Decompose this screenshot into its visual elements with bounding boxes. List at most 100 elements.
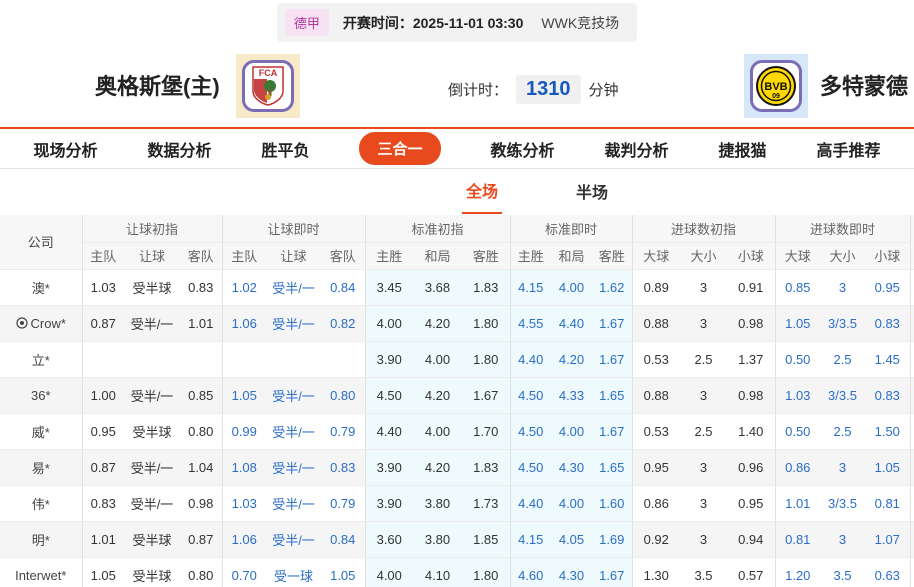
odds-cell-live[interactable]: 1.05 <box>321 557 365 587</box>
tab-data-analysis[interactable]: 数据分析 <box>147 137 211 161</box>
period-tab-full-match[interactable]: 全场 <box>461 170 502 214</box>
odds-cell-live[interactable]: 3.5 <box>820 557 866 587</box>
odds-cell-live[interactable]: 1.60 <box>592 485 632 522</box>
company-name[interactable]: 明* <box>0 521 83 558</box>
tab-referee-analysis[interactable]: 裁判分析 <box>605 137 669 161</box>
odds-cell-live[interactable]: 1.69 <box>592 521 632 558</box>
company-name[interactable]: 威* <box>0 413 83 450</box>
odds-cell-live[interactable]: 4.15 <box>509 269 551 306</box>
tab-coach-analysis[interactable]: 教练分析 <box>491 137 555 161</box>
odds-cell-live[interactable]: 0.95 <box>865 269 911 306</box>
odds-cell-live[interactable]: 1.67 <box>592 413 632 450</box>
odds-cell-live[interactable]: 受半/一 <box>266 413 321 450</box>
odds-cell-live[interactable]: 4.15 <box>509 521 551 558</box>
odds-cell-live[interactable] <box>221 341 266 378</box>
odds-cell-live[interactable]: 0.85 <box>774 269 821 306</box>
odds-cell-live[interactable]: 0.81 <box>774 521 821 558</box>
odds-cell-live[interactable]: 0.81 <box>865 485 911 522</box>
odds-cell-live[interactable]: 4.30 <box>551 557 592 587</box>
tab-win-draw-loss[interactable]: 胜平负 <box>261 137 309 161</box>
company-name[interactable]: 澳* <box>0 269 83 306</box>
odds-cell-live[interactable]: 4.00 <box>551 269 592 306</box>
odds-cell-live[interactable]: 4.50 <box>509 449 551 486</box>
odds-cell-live[interactable]: 1.45 <box>865 341 911 378</box>
odds-cell-live[interactable]: 0.50 <box>774 413 821 450</box>
odds-cell-live[interactable]: 3 <box>820 521 866 558</box>
odds-cell-live[interactable]: 0.84 <box>321 269 365 306</box>
odds-cell-live[interactable]: 4.40 <box>509 341 551 378</box>
period-tab-half-match[interactable]: 半场 <box>572 171 612 213</box>
odds-cell-live[interactable]: 1.67 <box>592 341 632 378</box>
odds-cell-live[interactable]: 1.07 <box>865 521 911 558</box>
odds-cell-live[interactable]: 1.05 <box>865 449 911 486</box>
odds-cell-live[interactable]: 受半/一 <box>266 377 321 414</box>
odds-cell-live[interactable]: 4.20 <box>551 341 592 378</box>
odds-cell-live[interactable]: 1.05 <box>221 377 266 414</box>
tab-expert-picks[interactable]: 高手推荐 <box>817 137 881 161</box>
league-badge[interactable]: 德甲 <box>284 9 329 36</box>
odds-cell-live[interactable]: 1.05 <box>774 305 821 342</box>
odds-cell-live[interactable]: 受半/一 <box>266 521 321 558</box>
odds-cell-live[interactable]: 受半/一 <box>266 269 321 306</box>
tab-three-in-one[interactable]: 三合一 <box>359 132 441 165</box>
odds-cell-live[interactable]: 1.03 <box>774 377 821 414</box>
odds-cell-live[interactable]: 4.40 <box>551 305 592 342</box>
odds-cell-live[interactable]: 1.62 <box>592 269 632 306</box>
odds-cell-live[interactable]: 0.86 <box>774 449 821 486</box>
odds-cell-live[interactable]: 受一球 <box>266 557 321 587</box>
company-name[interactable]: Interwet* <box>0 557 83 587</box>
odds-cell-live[interactable]: 1.50 <box>865 413 911 450</box>
odds-cell-live[interactable]: 0.83 <box>865 305 911 342</box>
odds-cell-live[interactable]: 0.80 <box>321 377 365 414</box>
odds-cell-live[interactable]: 2.5 <box>820 413 866 450</box>
odds-cell-live[interactable]: 4.50 <box>509 413 551 450</box>
odds-cell-live[interactable]: 1.01 <box>774 485 821 522</box>
odds-cell-live[interactable] <box>321 341 365 378</box>
odds-cell-live[interactable]: 4.55 <box>509 305 551 342</box>
odds-cell-live[interactable]: 1.06 <box>221 521 266 558</box>
odds-cell-live[interactable] <box>266 341 321 378</box>
odds-cell-live[interactable]: 3 <box>820 269 866 306</box>
odds-cell-live[interactable]: 4.30 <box>551 449 592 486</box>
odds-cell-live[interactable]: 0.63 <box>865 557 911 587</box>
odds-cell-live[interactable]: 1.20 <box>774 557 821 587</box>
odds-cell-live[interactable]: 1.65 <box>592 449 632 486</box>
odds-cell-live[interactable]: 0.79 <box>321 485 365 522</box>
odds-cell-live[interactable]: 3/3.5 <box>820 377 866 414</box>
odds-cell-live[interactable]: 4.05 <box>551 521 592 558</box>
odds-cell-live[interactable]: 3 <box>820 449 866 486</box>
odds-cell-live[interactable]: 2.5 <box>820 341 866 378</box>
odds-cell-live[interactable]: 4.00 <box>551 413 592 450</box>
odds-cell-live[interactable]: 4.50 <box>509 377 551 414</box>
company-name[interactable]: 36* <box>0 377 83 414</box>
odds-cell-live[interactable]: 4.00 <box>551 485 592 522</box>
odds-cell-live[interactable]: 受半/一 <box>266 485 321 522</box>
odds-cell-live[interactable]: 1.67 <box>592 557 632 587</box>
odds-cell-live[interactable]: 0.82 <box>321 305 365 342</box>
odds-cell-live[interactable]: 1.65 <box>592 377 632 414</box>
odds-cell-live[interactable]: 0.99 <box>221 413 266 450</box>
tab-live-analysis[interactable]: 现场分析 <box>33 137 97 161</box>
company-name[interactable]: 易* <box>0 449 83 486</box>
odds-cell-live[interactable]: 3/3.5 <box>820 485 866 522</box>
odds-cell-live[interactable]: 0.79 <box>321 413 365 450</box>
odds-cell-live[interactable]: 1.06 <box>221 305 266 342</box>
odds-cell-live[interactable]: 1.03 <box>221 485 266 522</box>
odds-cell-live[interactable]: 0.50 <box>774 341 821 378</box>
odds-cell-live[interactable]: 0.83 <box>321 449 365 486</box>
odds-cell-live[interactable]: 受半/一 <box>266 449 321 486</box>
company-name[interactable]: Crow* <box>0 305 83 342</box>
odds-cell-live[interactable]: 4.60 <box>509 557 551 587</box>
odds-cell-live[interactable]: 1.08 <box>221 449 266 486</box>
odds-cell-live[interactable]: 1.02 <box>221 269 266 306</box>
odds-cell-live[interactable]: 0.83 <box>865 377 911 414</box>
tab-jiebao-cat[interactable]: 捷报猫 <box>719 137 767 161</box>
odds-cell-live[interactable]: 0.84 <box>321 521 365 558</box>
company-name[interactable]: 伟* <box>0 485 83 522</box>
company-name[interactable]: 立* <box>0 341 83 378</box>
odds-cell-live[interactable]: 0.70 <box>221 557 266 587</box>
odds-cell-live[interactable]: 4.33 <box>551 377 592 414</box>
odds-cell-live[interactable]: 3/3.5 <box>820 305 866 342</box>
odds-cell-live[interactable]: 1.67 <box>592 305 632 342</box>
odds-cell-live[interactable]: 受半/一 <box>266 305 321 342</box>
